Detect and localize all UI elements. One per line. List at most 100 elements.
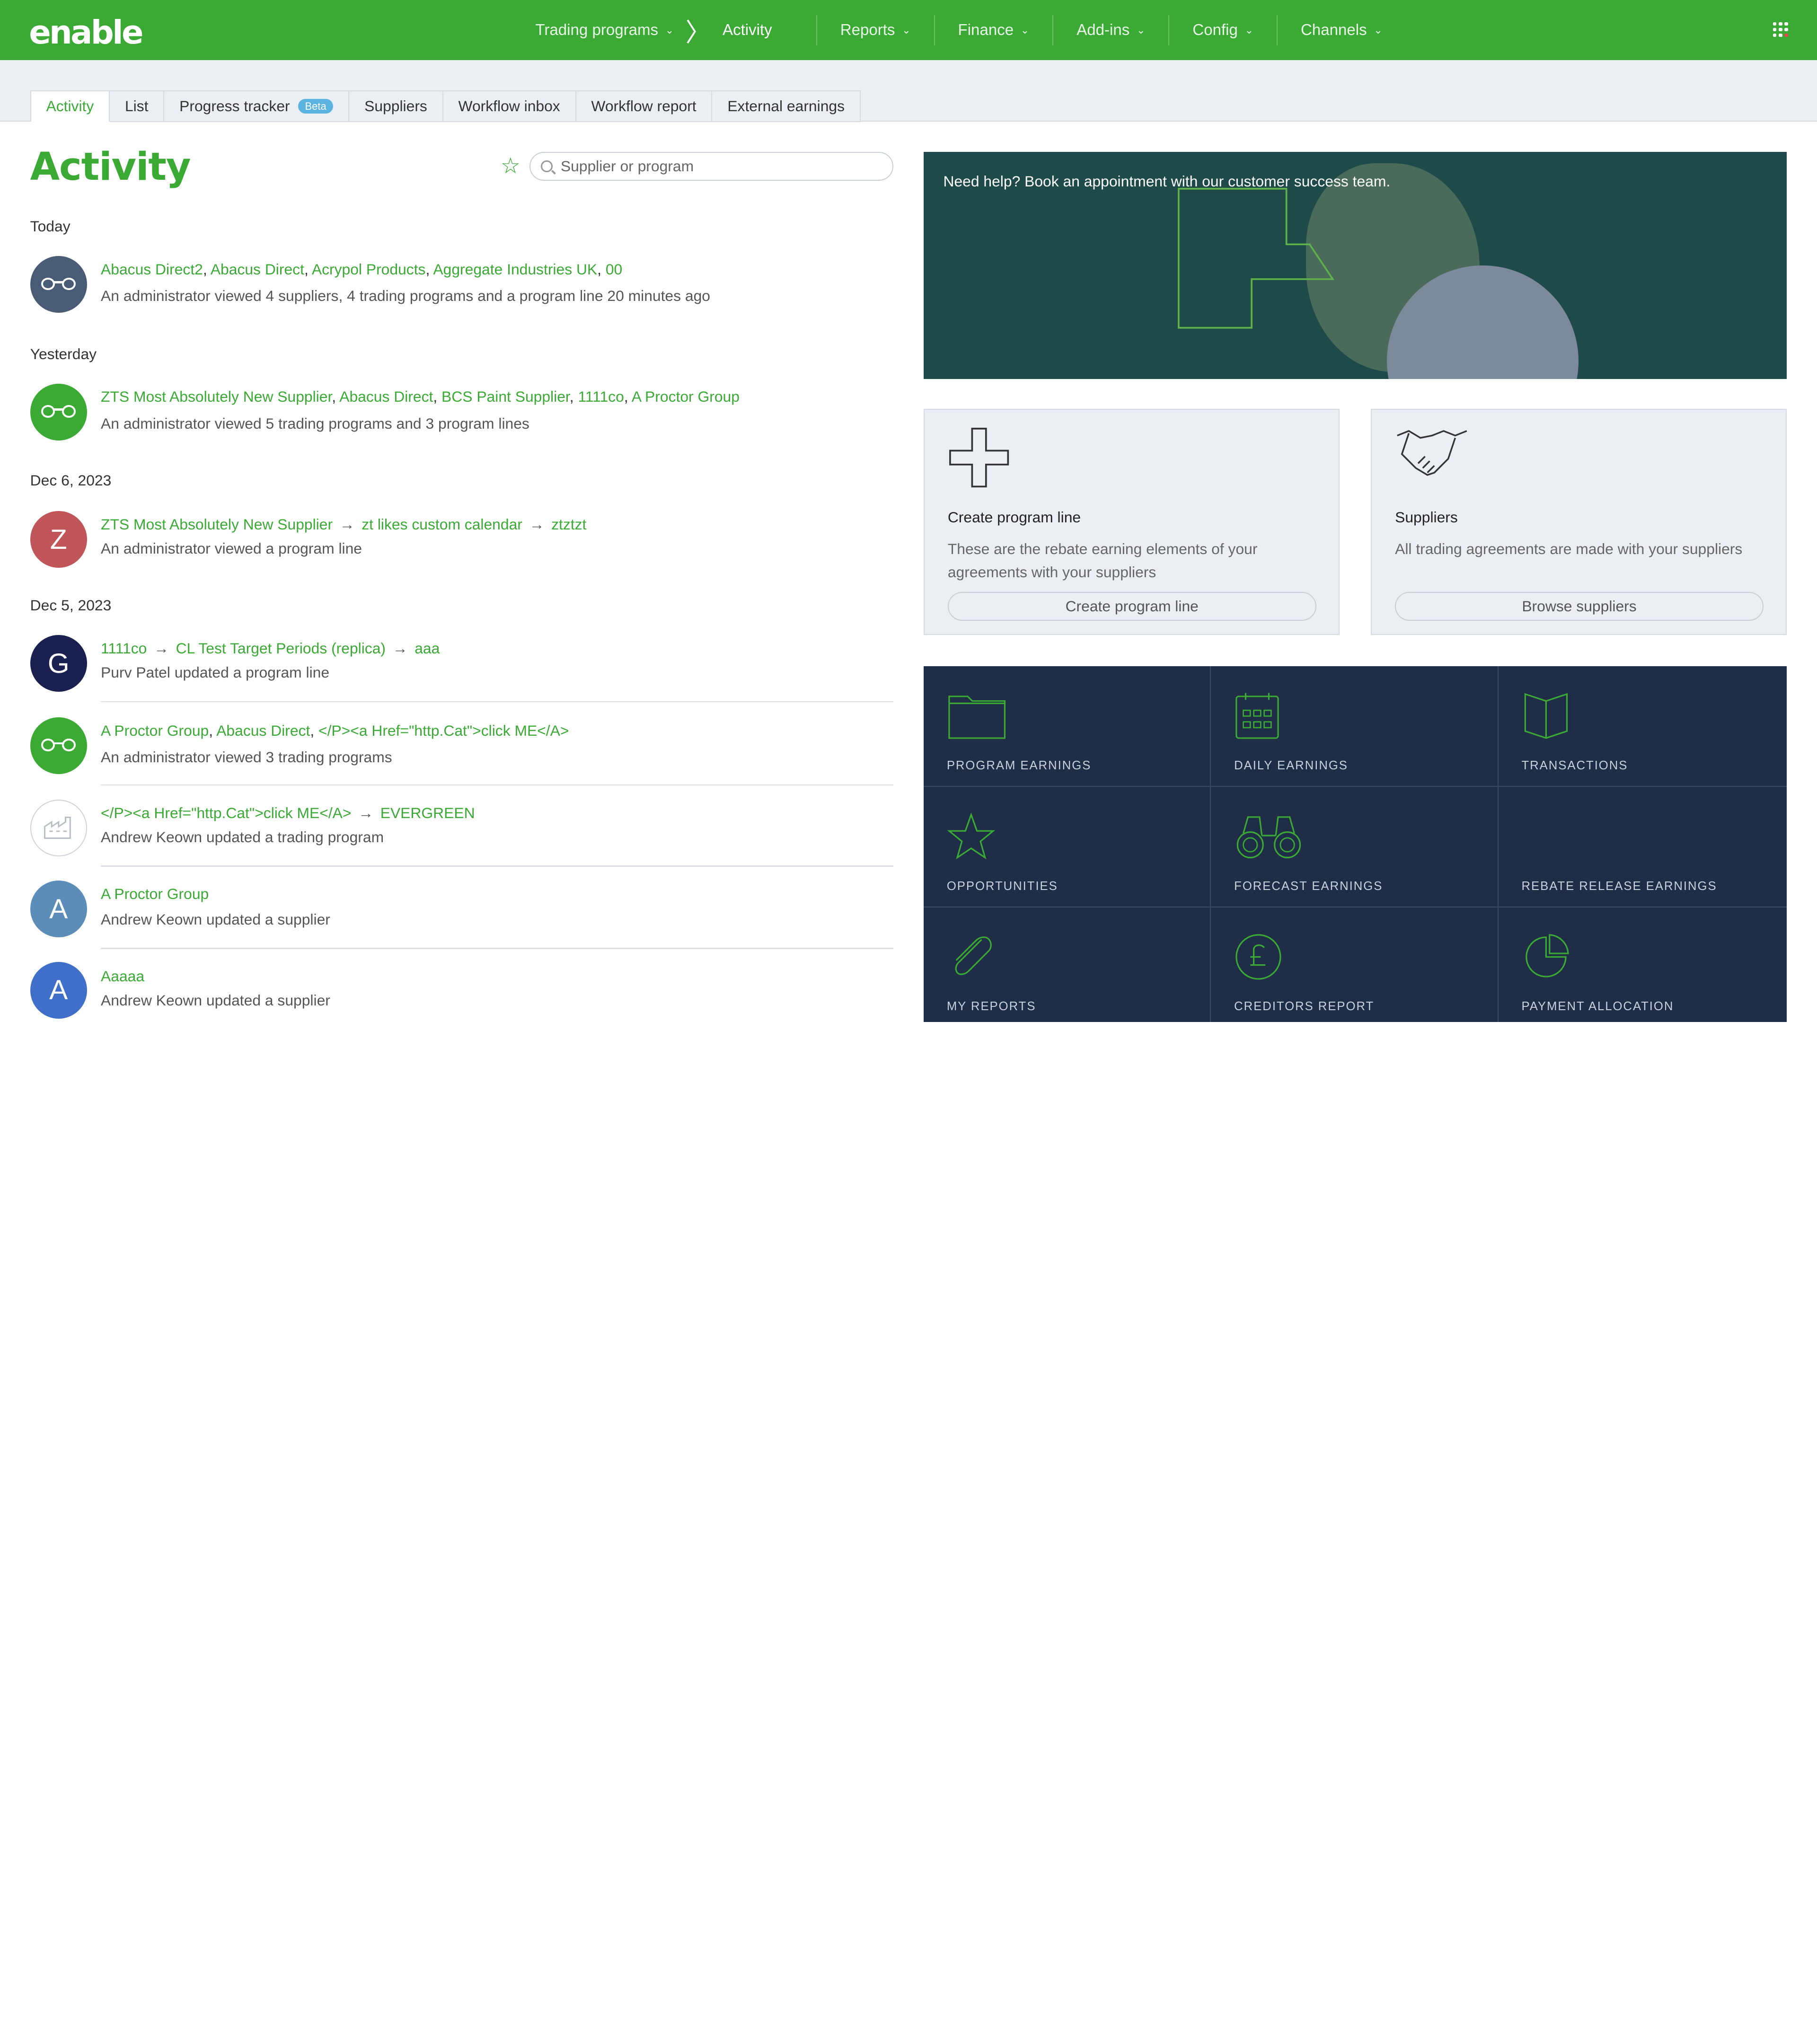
activity-link[interactable]: A Proctor Group (101, 885, 209, 902)
tile-label: CREDITORS REPORT (1234, 1000, 1375, 1013)
nav-finance[interactable]: Finance ⌄ (934, 15, 1053, 45)
activity-link[interactable]: Abacus Direct (211, 261, 304, 278)
activity-link[interactable]: ZTS Most Absolutely New Supplier (101, 388, 332, 405)
activity-link[interactable]: EVERGREEN (380, 804, 475, 821)
tile-label: OPPORTUNITIES (946, 879, 1058, 893)
activity-link[interactable]: 1111co (101, 640, 147, 657)
main-nav: Trading programs ⌄ 〉 Activity Reports ⌄ … (535, 0, 1405, 60)
avatar (30, 799, 87, 856)
page-title: Activity (30, 145, 191, 190)
plus-icon (949, 427, 1009, 487)
tile-daily-earnings[interactable]: DAILY EARNINGS (1211, 666, 1499, 787)
tile-creditors-report[interactable]: CREDITORS REPORT (1211, 907, 1499, 1022)
activity-description: Purv Patel updated a program line (101, 664, 330, 681)
activity-link[interactable]: 00 (606, 261, 622, 278)
nav-trading-programs[interactable]: Trading programs ⌄ (535, 15, 674, 45)
app-grid-icon[interactable] (1773, 22, 1789, 38)
beta-badge: Beta (298, 99, 334, 114)
help-banner[interactable]: Need help? Book an appointment with our … (923, 151, 1787, 379)
activity-links: ZTS Most Absolutely New Supplier, Abacus… (101, 388, 740, 405)
activity-link[interactable]: </P><a Href="http.Cat">click ME</A> (101, 804, 351, 821)
activity-link[interactable]: aaa (415, 640, 440, 657)
tab-progress-tracker-label: Progress tracker (179, 97, 290, 115)
tab-suppliers[interactable]: Suppliers (349, 90, 443, 122)
activity-path: 1111co → CL Test Target Periods (replica) →… (101, 640, 440, 657)
tab-workflow-report[interactable]: Workflow report (576, 90, 713, 122)
activity-link[interactable]: </P><a Href="http.Cat">click ME</A> (318, 722, 569, 739)
avatar (30, 383, 87, 441)
activity-link[interactable]: Aaaaa (101, 968, 144, 985)
activity-link[interactable]: zt likes custom calendar (362, 516, 522, 533)
arrow-right-icon: → (529, 515, 545, 533)
create-program-line-button[interactable]: Create program line (947, 591, 1316, 621)
activity-path: </P><a Href="http.Cat">click ME</A> → EVER… (101, 804, 475, 822)
nav-add-ins[interactable]: Add-ins ⌄ (1052, 15, 1168, 45)
glasses-icon (41, 739, 76, 752)
tab-activity[interactable]: Activity (30, 90, 110, 122)
nav-reports[interactable]: Reports ⌄ (816, 15, 934, 45)
activity-link[interactable]: Abacus Direct (339, 388, 433, 405)
activity-link[interactable]: ZTS Most Absolutely New Supplier (101, 516, 333, 533)
nav-config-label: Config (1192, 21, 1238, 39)
activity-link[interactable]: Abacus Direct2 (101, 261, 203, 278)
tab-list[interactable]: List (110, 90, 165, 122)
tile-payment-allocation[interactable]: PAYMENT ALLOCATION (1499, 907, 1787, 1022)
star-icon (947, 812, 996, 859)
activity-description: An administrator viewed 5 trading progra… (101, 414, 529, 432)
activity-link[interactable]: A Proctor Group (632, 388, 740, 405)
nav-activity[interactable]: Activity (723, 15, 795, 45)
tile-my-reports[interactable]: MY REPORTS (924, 907, 1211, 1022)
tile-label: REBATE RELEASE EARNINGS (1521, 879, 1717, 893)
nav-channels[interactable]: Channels ⌄ (1277, 15, 1406, 45)
tile-rebate-release-earnings[interactable]: REBATE RELEASE EARNINGS (1498, 787, 1787, 907)
tab-external-earnings[interactable]: External earnings (712, 90, 861, 122)
entry-divider (101, 784, 894, 786)
activity-link[interactable]: CL Test Target Periods (replica) (176, 640, 386, 657)
enable-logo[interactable]: enable (29, 14, 143, 52)
tile-forecast-earnings[interactable]: FORECAST EARNINGS (1211, 786, 1499, 907)
tile-label: FORECAST EARNINGS (1234, 879, 1383, 893)
nav-config[interactable]: Config ⌄ (1168, 15, 1277, 45)
activity-description: Andrew Keown updated a supplier (101, 992, 330, 1009)
binoculars-icon (1236, 816, 1301, 858)
activity-links: A Proctor Group, Abacus Direct, </P><a H… (101, 722, 569, 739)
activity-link[interactable]: BCS Paint Supplier (441, 388, 570, 405)
search-input[interactable]: Supplier or program (529, 151, 894, 181)
chevron-down-icon: ⌄ (1020, 24, 1030, 36)
favorite-star-icon[interactable]: ☆ (501, 153, 520, 178)
chevron-down-icon: ⌄ (1136, 24, 1146, 36)
suppliers-card: Suppliers All trading agreements are mad… (1371, 409, 1787, 635)
activity-path: ZTS Most Absolutely New Supplier → zt like… (101, 516, 586, 533)
activity-link[interactable]: ztztzt (551, 516, 586, 533)
search-icon (541, 160, 553, 172)
activity-description: Andrew Keown updated a supplier (101, 910, 330, 928)
tile-transactions[interactable]: TRANSACTIONS (1498, 666, 1787, 787)
chevron-down-icon: ⌄ (902, 24, 911, 36)
nav-finance-label: Finance (958, 21, 1014, 39)
paperclip-icon (955, 936, 992, 976)
chevron-down-icon: ⌄ (665, 24, 674, 36)
tile-label: MY REPORTS (946, 1000, 1036, 1013)
activity-link[interactable]: A Proctor Group (101, 722, 209, 739)
arrow-right-icon: → (392, 639, 408, 657)
activity-link[interactable]: Acrypol Products (312, 261, 426, 278)
tile-program-earnings[interactable]: PROGRAM EARNINGS (923, 666, 1211, 787)
arrow-right-icon: → (339, 515, 355, 533)
activity-link[interactable]: 1111co (578, 388, 624, 405)
nav-trading-programs-label: Trading programs (535, 21, 659, 39)
help-banner-text: Need help? Book an appointment with our … (943, 172, 1391, 190)
tile-label: DAILY EARNINGS (1234, 759, 1348, 773)
tab-workflow-inbox[interactable]: Workflow inbox (443, 90, 576, 122)
browse-suppliers-button[interactable]: Browse suppliers (1395, 591, 1764, 621)
activity-description: An administrator viewed a program line (101, 540, 362, 557)
tab-progress-tracker[interactable]: Progress tracker Beta (164, 90, 350, 122)
activity-links: A Proctor Group (101, 885, 209, 903)
tile-label: PAYMENT ALLOCATION (1521, 1000, 1674, 1013)
avatar (30, 256, 87, 313)
activity-links: Abacus Direct2, Abacus Direct, Acrypol P… (101, 261, 623, 278)
activity-link[interactable]: Abacus Direct (216, 722, 310, 739)
activity-link[interactable]: Aggregate Industries UK (433, 261, 597, 278)
avatar: A (30, 881, 87, 938)
tile-opportunities[interactable]: OPPORTUNITIES (923, 786, 1211, 907)
nav-channels-label: Channels (1300, 21, 1367, 39)
